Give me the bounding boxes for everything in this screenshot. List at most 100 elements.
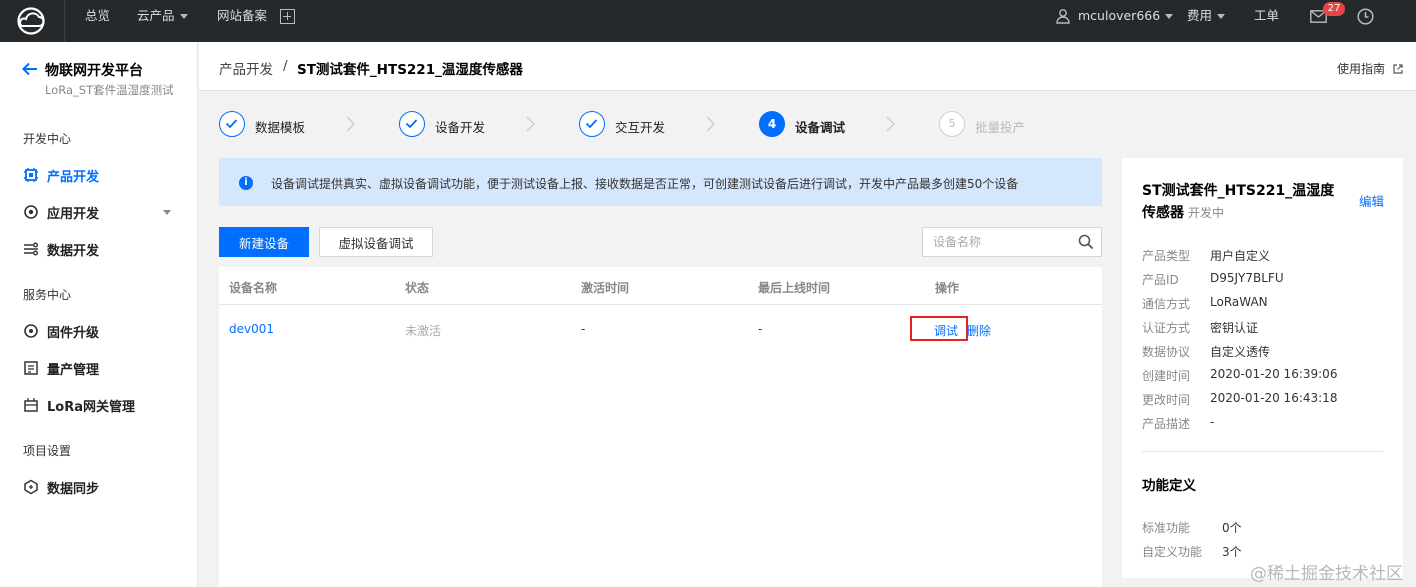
device-table: 设备名称 状态 激活时间 最后上线时间 操作 dev001 未激活 - - 调试… [219, 267, 1102, 587]
user-icon [1056, 9, 1070, 24]
sidebar-item-data-sync[interactable]: 数据同步 [23, 476, 183, 498]
external-link-icon [1393, 64, 1403, 74]
panel-divider [1142, 451, 1383, 452]
step-label: 设备开发 [435, 120, 486, 135]
section-dev-center: 开发中心 [23, 132, 72, 146]
check-icon [225, 119, 238, 129]
search-input[interactable] [923, 228, 1071, 256]
product-name: ST测试套件_HTS221_温湿度传感器 [1142, 183, 1335, 221]
virtual-debug-button[interactable]: 虚拟设备调试 [319, 227, 433, 257]
sidebar-item-firmware[interactable]: 固件升级 [23, 320, 183, 342]
info-banner: i 设备调试提供真实、虚拟设备调试功能，便于测试设备上报、接收数据是否正常，可创… [219, 158, 1102, 206]
prop-key: 产品描述 [1142, 417, 1191, 431]
watermark: @稀土掘金技术社区 [1250, 564, 1403, 584]
check-icon [585, 119, 598, 129]
sidebar: 物联网开发平台 LoRa_ST套件温湿度测试 开发中心 产品开发 应用开发 数据… [0, 42, 198, 587]
check-icon [405, 119, 418, 129]
list-icon [24, 361, 38, 375]
debug-link[interactable]: 调试 [934, 322, 958, 339]
prop-value: 用户自定义 [1210, 249, 1271, 263]
device-search [922, 227, 1102, 257]
step-label: 设备调试 [795, 120, 846, 135]
sidebar-item-label: 数据同步 [47, 482, 100, 497]
col-actions: 操作 [935, 281, 960, 295]
page-header: 产品开发 / ST测试套件_HTS221_温湿度传感器 使用指南 [199, 42, 1416, 91]
sidebar-item-label: 应用开发 [47, 207, 100, 222]
user-name: mculover666 [1078, 8, 1161, 23]
sidebar-item-label: 产品开发 [47, 170, 100, 185]
product-title: ST测试套件_HTS221_温湿度传感器 开发中 [1142, 180, 1347, 224]
function-definition-title: 功能定义 [1142, 478, 1196, 494]
prop-value: D95JY7BLFU [1210, 271, 1284, 285]
clock-icon[interactable] [1357, 8, 1374, 25]
sidebar-item-label: 量产管理 [47, 363, 100, 378]
section-service-center: 服务中心 [23, 288, 72, 302]
func-value: 0个 [1222, 521, 1242, 535]
step-number-4: 4 [759, 111, 785, 137]
user-guide-link[interactable]: 使用指南 [1337, 60, 1403, 77]
step-label: 数据模板 [255, 120, 306, 135]
project-subtitle: LoRa_ST套件温湿度测试 [45, 83, 174, 97]
prop-key: 创建时间 [1142, 369, 1191, 383]
col-status: 状态 [405, 281, 430, 295]
chevron-right-icon [346, 116, 355, 132]
fees-menu[interactable]: 费用 [1187, 0, 1226, 42]
sync-icon [24, 479, 38, 495]
user-menu[interactable]: mculover666 [1078, 0, 1174, 42]
sidebar-item-product-dev[interactable]: 产品开发 [23, 164, 183, 186]
sidebar-item-label: 固件升级 [47, 326, 100, 341]
chevron-right-icon [886, 116, 895, 132]
ticket-link[interactable]: 工单 [1254, 0, 1279, 42]
sidebar-item-label: 数据开发 [47, 244, 100, 259]
step-check-circle [219, 111, 245, 137]
nav-products[interactable]: 云产品 [137, 0, 188, 42]
delete-link[interactable]: 删除 [967, 322, 991, 339]
chevron-right-icon [706, 116, 715, 132]
breadcrumb-product-dev[interactable]: 产品开发 [219, 58, 273, 78]
sidebar-item-data-dev[interactable]: 数据开发 [23, 238, 183, 260]
gear-icon [24, 205, 38, 219]
sidebar-item-mass-production[interactable]: 量产管理 [23, 357, 183, 379]
step-label: 交互开发 [615, 120, 666, 135]
section-project-settings: 项目设置 [23, 444, 72, 458]
nav-overview[interactable]: 总览 [85, 0, 110, 42]
fees-label: 费用 [1187, 8, 1213, 23]
new-device-button[interactable]: 新建设备 [219, 227, 309, 257]
col-last-online: 最后上线时间 [758, 281, 831, 295]
device-name-link[interactable]: dev001 [229, 322, 274, 336]
refresh-icon [24, 324, 38, 338]
topbar-divider [64, 0, 65, 42]
chevron-down-icon [163, 210, 171, 215]
step-number-5: 5 [939, 111, 965, 137]
edit-link[interactable]: 编辑 [1359, 191, 1384, 210]
prop-value: 2020-01-20 16:43:18 [1210, 391, 1338, 405]
info-icon: i [239, 176, 253, 190]
col-device-name: 设备名称 [229, 281, 278, 295]
prop-value: 2020-01-20 16:39:06 [1210, 367, 1338, 381]
prop-value: LoRaWAN [1210, 295, 1268, 309]
prop-key: 产品类型 [1142, 249, 1191, 263]
info-text: 设备调试提供真实、虚拟设备调试功能，便于测试设备上报、接收数据是否正常，可创建测… [271, 177, 1019, 191]
prop-key: 认证方式 [1142, 321, 1191, 335]
back-arrow-icon[interactable] [22, 62, 38, 76]
activated-time: - [581, 322, 586, 336]
prop-key: 产品ID [1142, 273, 1179, 287]
sidebar-item-lora-gateway[interactable]: LoRa网关管理 [23, 394, 183, 416]
prop-value: - [1210, 415, 1215, 429]
prop-value: 自定义透传 [1210, 345, 1271, 359]
func-key: 标准功能 [1142, 521, 1191, 535]
nav-products-label: 云产品 [137, 8, 175, 23]
cloud-logo-icon[interactable] [12, 7, 50, 35]
step-label: 批量投产 [975, 120, 1026, 135]
nav-icp[interactable]: 网站备案 [217, 0, 267, 42]
add-icon[interactable] [280, 9, 295, 24]
step-check-circle [399, 111, 425, 137]
search-icon[interactable] [1078, 234, 1094, 250]
sidebar-item-app-dev[interactable]: 应用开发 [23, 201, 183, 223]
last-online-time: - [758, 322, 763, 336]
chevron-down-icon [1217, 14, 1226, 19]
top-bar: 总览 云产品 网站备案 mculover666 费用 工单 27 [0, 0, 1416, 42]
step-check-circle [579, 111, 605, 137]
gateway-icon [24, 398, 38, 412]
col-activated-time: 激活时间 [581, 281, 630, 295]
